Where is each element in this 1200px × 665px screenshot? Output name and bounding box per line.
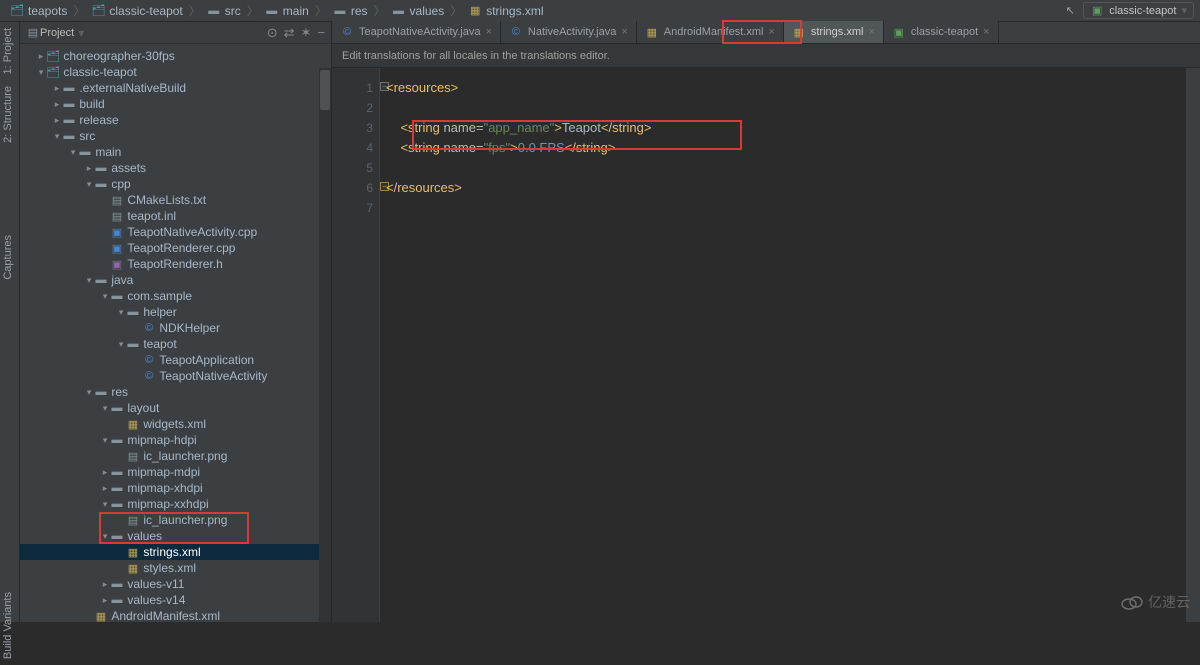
tree-item[interactable]: ▦ AndroidManifest.xml [20,608,331,622]
bc-main[interactable]: ▬main [261,4,313,18]
folder-icon: ▬ [207,5,221,17]
close-icon[interactable]: × [485,26,491,38]
gear-icon[interactable]: ✶ [301,25,312,41]
chevron-down-icon: ▾ [1181,4,1187,17]
tree-item[interactable]: ▾▬ com.sample [20,288,331,304]
android-icon: ▣ [1090,5,1104,17]
tab-ct[interactable]: ▣classic-teapot× [884,21,999,43]
panel-title: Project [40,27,74,39]
folder-icon: 🗂 [91,5,105,17]
tree-item[interactable]: ▾▬ layout [20,400,331,416]
tab-tna[interactable]: ©TeapotNativeActivity.java× [332,21,501,43]
tree-java[interactable]: ▾▬ java [20,272,331,288]
collapse-icon[interactable]: ⊙ [267,25,278,41]
tree-item[interactable]: ▾▬ helper [20,304,331,320]
breadcrumb-bar: 🗂teapots〉 🗂classic-teapot〉 ▬src〉 ▬main〉 … [0,0,1200,22]
tree-src[interactable]: ▾▬ src [20,128,331,144]
tree-item[interactable]: ▸▬ assets [20,160,331,176]
tree-values[interactable]: ▾▬ values [20,528,331,544]
tree-item[interactable]: ▤ teapot.inl [20,208,331,224]
xml-icon: ▦ [645,26,659,38]
bc-res[interactable]: ▬res [329,4,372,18]
panel-tools: ⊙ ⇄ ✶ − [267,25,325,41]
java-icon: © [509,26,523,38]
tab-strings[interactable]: ▦strings.xml× [784,21,884,43]
bc-teapots[interactable]: 🗂teapots [6,4,71,18]
tree-item[interactable]: ▸▬ .externalNativeBuild [20,80,331,96]
close-icon[interactable]: × [621,26,627,38]
project-tree[interactable]: ▸🗂 choreographer-30fps ▾🗂 classic-teapot… [20,44,331,622]
tab-na[interactable]: ©NativeActivity.java× [501,21,637,43]
tree-item[interactable]: ▾▬ teapot [20,336,331,352]
folder-icon: ▬ [333,5,347,17]
tree-item[interactable]: ▣ TeapotRenderer.h [20,256,331,272]
panel-header: ▤ Project ▾ ⊙ ⇄ ✶ − [20,22,331,44]
editor-scrollbar[interactable] [1186,68,1200,622]
bc-classic[interactable]: 🗂classic-teapot [87,4,186,18]
gradle-icon: ▣ [892,26,906,38]
tool-window-rail: 1: Project 2: Structure Captures Build V… [0,22,20,622]
watermark: 亿速云 [1120,588,1190,616]
tree-item[interactable]: ▸▬ build [20,96,331,112]
project-icon: ▤ [26,27,40,39]
translation-info-bar[interactable]: Edit translations for all locales in the… [332,44,1200,68]
tree-item[interactable]: © TeapotApplication [20,352,331,368]
bc-values[interactable]: ▬values [388,4,449,18]
tree-choreographer[interactable]: ▸🗂 choreographer-30fps [20,48,331,64]
close-icon[interactable]: × [768,26,774,38]
bc-src[interactable]: ▬src [203,4,245,18]
rail-project[interactable]: 1: Project [0,22,16,80]
bc-strings[interactable]: ▦strings.xml [464,4,547,18]
tree-item[interactable]: ▸▬ release [20,112,331,128]
tree-strings-selected[interactable]: ▦ strings.xml [20,544,331,560]
run-config-selector[interactable]: ▣ classic-teapot ▾ [1083,2,1194,19]
line-gutter: 1 2 3 4 5 6 7 [332,68,380,622]
chevron-down-icon[interactable]: ▾ [78,26,84,40]
rail-captures[interactable]: Captures [0,229,16,286]
rail-build-variants[interactable]: Build Variants [0,586,16,665]
folder-icon: 🗂 [10,5,24,17]
tab-am[interactable]: ▦AndroidManifest.xml× [637,21,784,43]
tree-item[interactable]: ▸▬ mipmap-xhdpi [20,480,331,496]
tree-item[interactable]: ▸▬ mipmap-mdpi [20,464,331,480]
tree-main[interactable]: ▾▬ main [20,144,331,160]
project-panel: ▤ Project ▾ ⊙ ⇄ ✶ − ▸🗂 choreographer-30f… [20,22,332,622]
folder-icon: ▬ [265,5,279,17]
tree-item[interactable]: ▣ TeapotRenderer.cpp [20,240,331,256]
tree-item[interactable]: ▾▬ mipmap-hdpi [20,432,331,448]
editor-area: ©TeapotNativeActivity.java× ©NativeActiv… [332,22,1200,622]
tree-item[interactable]: ▤ ic_launcher.png [20,512,331,528]
close-icon[interactable]: × [983,26,989,38]
tree-item[interactable]: ▦ widgets.xml [20,416,331,432]
expand-icon[interactable]: ⇄ [284,25,295,41]
search-icon[interactable]: ↖ [1063,5,1077,17]
tree-item[interactable]: ▸▬ values-v11 [20,576,331,592]
tree-scrollbar[interactable] [319,68,331,622]
editor-tabbar: ©TeapotNativeActivity.java× ©NativeActiv… [332,22,1200,44]
editor-body[interactable]: 1 2 3 4 5 6 7 − − <resources> <string na… [332,68,1200,622]
code-editor[interactable]: <resources> <string name="app_name">Teap… [380,68,1186,622]
folder-icon: ▬ [392,5,406,17]
hide-icon[interactable]: − [317,25,325,41]
xml-icon: ▦ [468,5,482,17]
tree-res[interactable]: ▾▬ res [20,384,331,400]
tree-item[interactable]: © NDKHelper [20,320,331,336]
tree-item[interactable]: ▤ ic_launcher.png [20,448,331,464]
tree-item[interactable]: ▦ styles.xml [20,560,331,576]
xml-icon: ▦ [792,26,806,38]
tree-item[interactable]: ▸▬ values-v14 [20,592,331,608]
tree-cpp[interactable]: ▾▬ cpp [20,176,331,192]
tree-item[interactable]: ▾▬ mipmap-xxhdpi [20,496,331,512]
tree-item[interactable]: ▤ CMakeLists.txt [20,192,331,208]
tree-item[interactable]: ▣ TeapotNativeActivity.cpp [20,224,331,240]
rail-structure[interactable]: 2: Structure [0,80,16,149]
tree-item[interactable]: © TeapotNativeActivity [20,368,331,384]
tree-classic[interactable]: ▾🗂 classic-teapot [20,64,331,80]
java-icon: © [340,26,354,38]
close-icon[interactable]: × [868,26,874,38]
